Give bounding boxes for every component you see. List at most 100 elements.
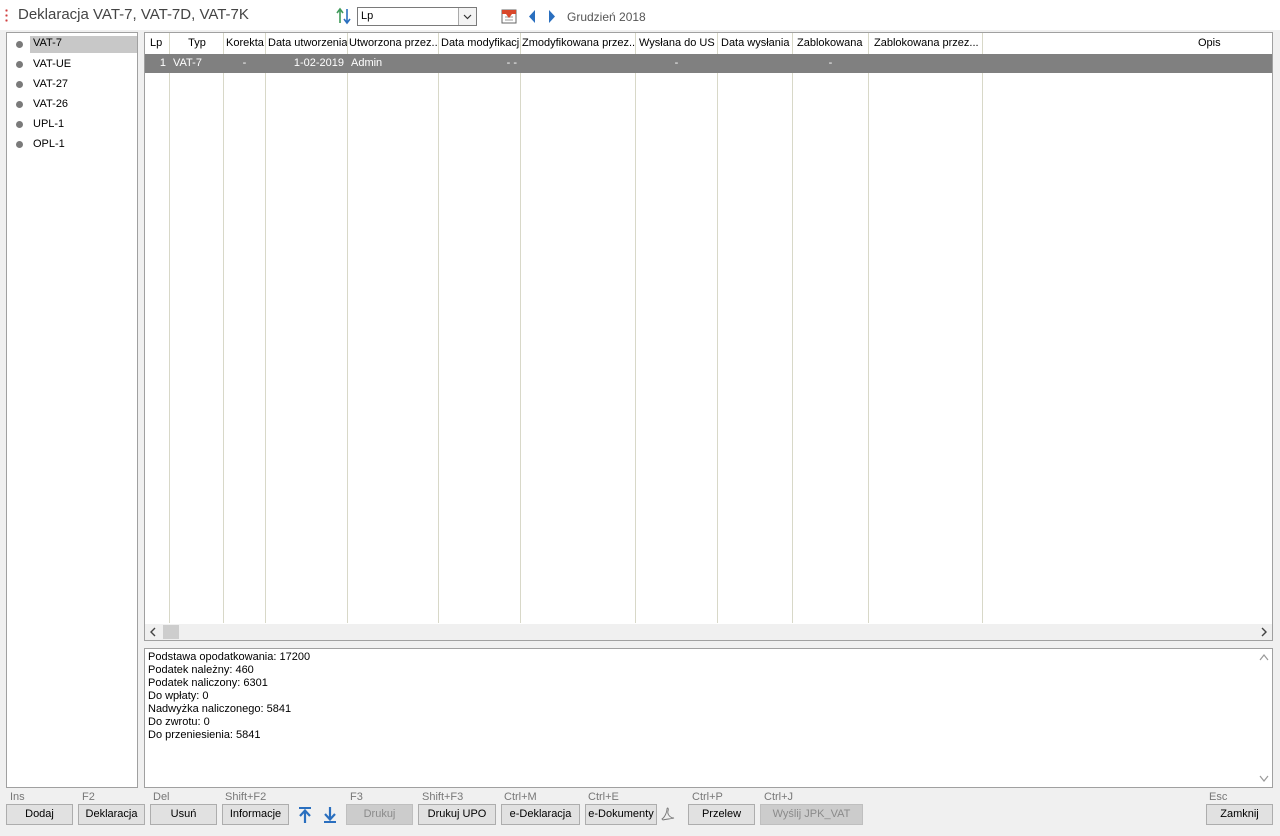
- column-divider[interactable]: [717, 33, 718, 623]
- column-divider[interactable]: [438, 33, 439, 623]
- sort-select-value: Lp: [361, 10, 374, 22]
- scroll-left-icon[interactable]: [147, 626, 159, 638]
- transfer-button[interactable]: Przelew: [688, 804, 755, 825]
- column-header-typ[interactable]: Typ: [171, 33, 223, 53]
- column-header-data-wyslania[interactable]: Data wysłania: [719, 33, 793, 53]
- previous-period-icon[interactable]: [527, 9, 537, 24]
- bullet-icon: [16, 61, 23, 68]
- cell-korekta: -: [242, 57, 247, 69]
- column-header-lp[interactable]: Lp: [148, 33, 170, 53]
- e-documents-button[interactable]: e-Dokumenty: [585, 804, 657, 825]
- shortcut-hint-drukuj-upo: Shift+F3: [422, 791, 464, 803]
- close-button[interactable]: Zamknij: [1206, 804, 1273, 825]
- scroll-down-icon[interactable]: [1259, 775, 1269, 783]
- list-item-label: VAT-UE: [33, 58, 72, 70]
- e-declaration-button[interactable]: e-Deklaracja: [501, 804, 580, 825]
- list-item-label: OPL-1: [33, 138, 65, 150]
- scroll-up-icon[interactable]: [1259, 653, 1269, 661]
- summary-line: Do przeniesienia: 5841: [148, 729, 261, 741]
- bullet-icon: [16, 121, 23, 128]
- column-header-zablokowana[interactable]: Zablokowana: [795, 33, 869, 53]
- next-period-icon[interactable]: [547, 9, 557, 24]
- shortcut-hint-wyslij: Ctrl+J: [764, 791, 794, 803]
- send-jpk-vat-button[interactable]: Wyślij JPK_VAT: [760, 804, 863, 825]
- list-item-vat-26[interactable]: VAT-26: [7, 95, 137, 113]
- horizontal-scrollbar[interactable]: [145, 624, 1272, 640]
- cell-zmodyfikowana-przez: [521, 54, 635, 73]
- list-item-opl-1[interactable]: OPL-1: [7, 135, 137, 153]
- period-label: Grudzień 2018: [567, 10, 646, 24]
- list-item-vat-7[interactable]: VAT-7: [7, 35, 137, 53]
- column-divider[interactable]: [868, 33, 869, 623]
- cell-wyslana-do-us: -: [674, 57, 679, 69]
- list-item-vat-27[interactable]: VAT-27: [7, 75, 137, 93]
- declarations-table[interactable]: Lp Typ Korekta Data utworzenia Utworzona…: [144, 32, 1273, 641]
- cell-data-modyfikacji: - -: [506, 57, 517, 69]
- table-row[interactable]: 1 VAT-7 - 1-02-2019 Admin - - - -: [145, 54, 1272, 73]
- chevron-down-icon[interactable]: [458, 8, 476, 25]
- column-divider[interactable]: [982, 33, 983, 623]
- title-bar: Deklaracja VAT-7, VAT-7D, VAT-7K Lp Grud…: [0, 0, 1280, 30]
- list-item-label: VAT-26: [33, 98, 69, 110]
- cell-zablokowana: -: [828, 57, 833, 69]
- column-header-zablokowana-przez[interactable]: Zablokowana przez...: [872, 33, 984, 53]
- column-divider[interactable]: [223, 33, 224, 623]
- cell-typ: VAT-7: [173, 57, 202, 69]
- column-divider[interactable]: [520, 33, 521, 623]
- summary-line: Nadwyżka naliczonego: 5841: [148, 703, 292, 715]
- column-header-wyslana-do-us[interactable]: Wysłana do US: [637, 33, 717, 53]
- declaration-button[interactable]: Deklaracja: [78, 804, 145, 825]
- list-item-label: UPL-1: [33, 118, 65, 130]
- sort-direction-icon[interactable]: [335, 7, 353, 25]
- print-button[interactable]: Drukuj: [346, 804, 413, 825]
- drag-handle[interactable]: [5, 8, 8, 24]
- shortcut-hint-informacje: Shift+F2: [225, 791, 267, 803]
- column-divider[interactable]: [265, 33, 266, 623]
- window-title: Deklaracja VAT-7, VAT-7D, VAT-7K: [18, 6, 249, 23]
- delete-button[interactable]: Usuń: [150, 804, 217, 825]
- information-button[interactable]: Informacje: [222, 804, 289, 825]
- move-top-icon[interactable]: [297, 806, 313, 824]
- print-upo-button[interactable]: Drukuj UPO: [418, 804, 496, 825]
- column-header-zmodyfikowana-przez[interactable]: Zmodyfikowana przez...: [520, 33, 635, 53]
- list-item-label: VAT-27: [33, 78, 69, 90]
- declaration-type-list: VAT-7 VAT-UE VAT-27 VAT-26 UPL-1 OPL-1: [6, 32, 138, 788]
- column-divider[interactable]: [169, 33, 170, 623]
- pdf-icon[interactable]: [660, 806, 676, 822]
- bullet-icon: [16, 101, 23, 108]
- list-item-vat-ue[interactable]: VAT-UE: [7, 55, 137, 73]
- move-bottom-icon[interactable]: [322, 806, 338, 824]
- column-header-opis[interactable]: Opis: [1196, 33, 1256, 53]
- add-button[interactable]: Dodaj: [6, 804, 73, 825]
- shortcut-hint-deklaracja: F2: [82, 791, 95, 803]
- column-header-utworzona-przez[interactable]: Utworzona przez...: [347, 33, 438, 53]
- summary-line: Podatek należny: 460: [148, 664, 254, 676]
- cell-utworzona-przez: Admin: [351, 57, 383, 69]
- cell-data-utworzenia: 1-02-2019: [293, 57, 344, 69]
- bullet-icon: [16, 41, 23, 48]
- summary-line: Do wpłaty: 0: [148, 690, 209, 702]
- column-header-data-utworzenia[interactable]: Data utworzenia: [266, 33, 348, 53]
- scrollbar-thumb[interactable]: [163, 625, 179, 639]
- shortcut-hint-zamknij: Esc: [1209, 791, 1228, 803]
- column-header-data-modyfikacji[interactable]: Data modyfikacji: [439, 33, 521, 53]
- shortcut-hint-usun: Del: [153, 791, 170, 803]
- table-header: Lp Typ Korekta Data utworzenia Utworzona…: [145, 33, 1272, 53]
- summary-line: Do zwrotu: 0: [148, 716, 210, 728]
- bullet-icon: [16, 141, 23, 148]
- scroll-right-icon[interactable]: [1258, 626, 1270, 638]
- vertical-scrollbar[interactable]: [1256, 649, 1272, 787]
- shortcut-hint-e-deklaracja: Ctrl+M: [504, 791, 537, 803]
- list-item-upl-1[interactable]: UPL-1: [7, 115, 137, 133]
- column-divider[interactable]: [635, 33, 636, 623]
- shortcut-hint-dodaj: Ins: [10, 791, 25, 803]
- column-divider[interactable]: [347, 33, 348, 623]
- sort-select[interactable]: Lp: [357, 7, 477, 26]
- column-divider[interactable]: [792, 33, 793, 623]
- bullet-icon: [16, 81, 23, 88]
- calendar-icon[interactable]: [500, 7, 518, 25]
- cell-zablokowana-przez: [869, 54, 982, 73]
- column-header-korekta[interactable]: Korekta: [224, 33, 266, 53]
- shortcut-hint-przelew: Ctrl+P: [692, 791, 723, 803]
- cell-data-wyslania: [718, 54, 792, 73]
